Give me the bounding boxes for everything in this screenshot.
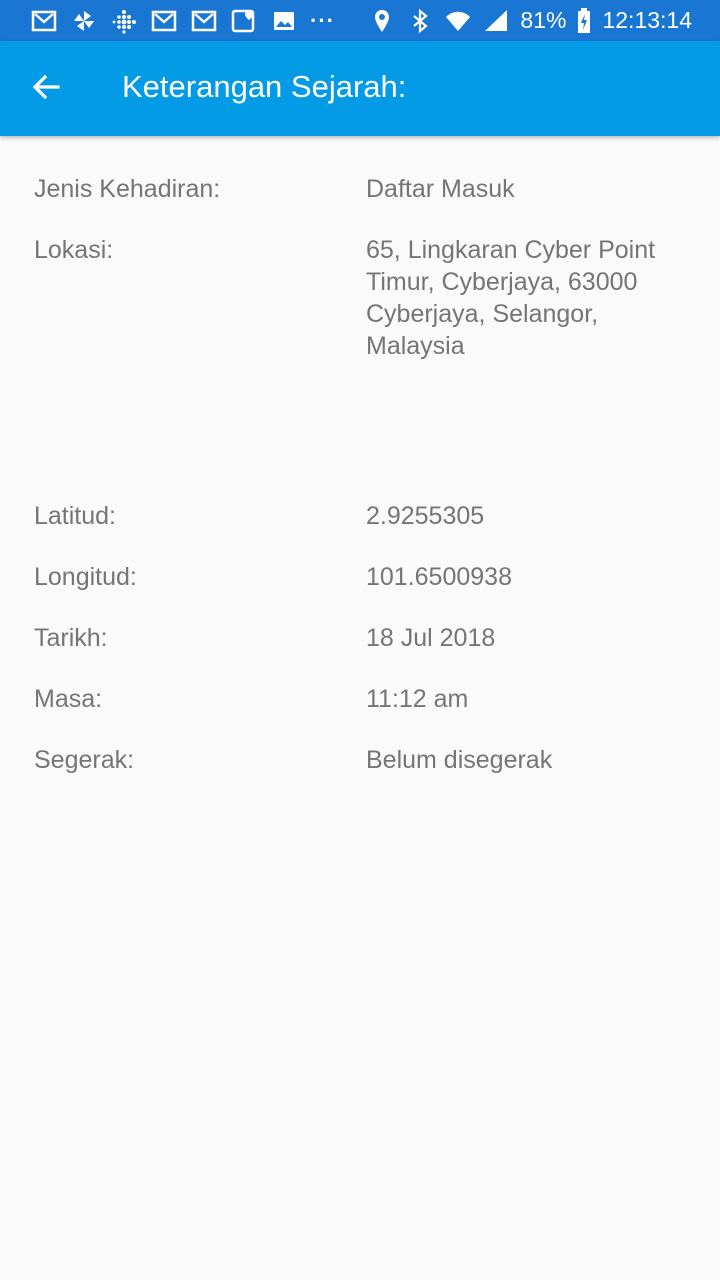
status-bar: ··· 81% 12:13:14 — [0, 0, 720, 41]
more-notifications-icon: ··· — [310, 7, 335, 33]
latitude-value: 2.9255305 — [366, 502, 485, 530]
cell-signal-icon — [482, 7, 510, 35]
pinwheel-icon — [70, 7, 98, 35]
date-label: Tarikh: — [34, 624, 108, 652]
longitude-label: Longitud: — [34, 563, 137, 591]
system-icons: 81% 12:13:14 — [368, 0, 692, 41]
wifi-icon — [444, 7, 472, 35]
location-label: Lokasi: — [34, 236, 114, 264]
image-icon — [270, 7, 298, 35]
notification-icons: ··· — [30, 0, 335, 41]
bluetooth-icon — [406, 7, 434, 35]
back-button[interactable] — [22, 65, 70, 113]
fitbit-icon — [110, 7, 138, 35]
latitude-label: Latitud: — [34, 502, 117, 530]
time-value: 11:12 am — [366, 685, 469, 713]
arrow-left-icon — [30, 71, 62, 108]
app-bar: Keterangan Sejarah: — [0, 41, 720, 136]
sync-value: Belum disegerak — [366, 746, 553, 774]
gmail-icon — [30, 7, 58, 35]
maps-icon — [230, 7, 258, 35]
attendance-type-value: Daftar Masuk — [366, 175, 515, 203]
sync-label: Segerak: — [34, 746, 135, 774]
page-title: Keterangan Sejarah: — [122, 69, 407, 104]
battery-charging-icon — [576, 7, 592, 35]
battery-percent: 81% — [520, 7, 567, 33]
time-label: Masa: — [34, 685, 103, 713]
gmail-icon — [150, 7, 178, 35]
location-value: 65, Lingkaran Cyber Point Timur, Cyberja… — [366, 236, 656, 360]
attendance-type-label: Jenis Kehadiran: — [34, 175, 221, 203]
longitude-value: 101.6500938 — [366, 563, 512, 591]
gmail-icon — [190, 7, 218, 35]
clock: 12:13:14 — [602, 7, 692, 33]
location-icon — [368, 7, 396, 35]
date-value: 18 Jul 2018 — [366, 624, 496, 652]
